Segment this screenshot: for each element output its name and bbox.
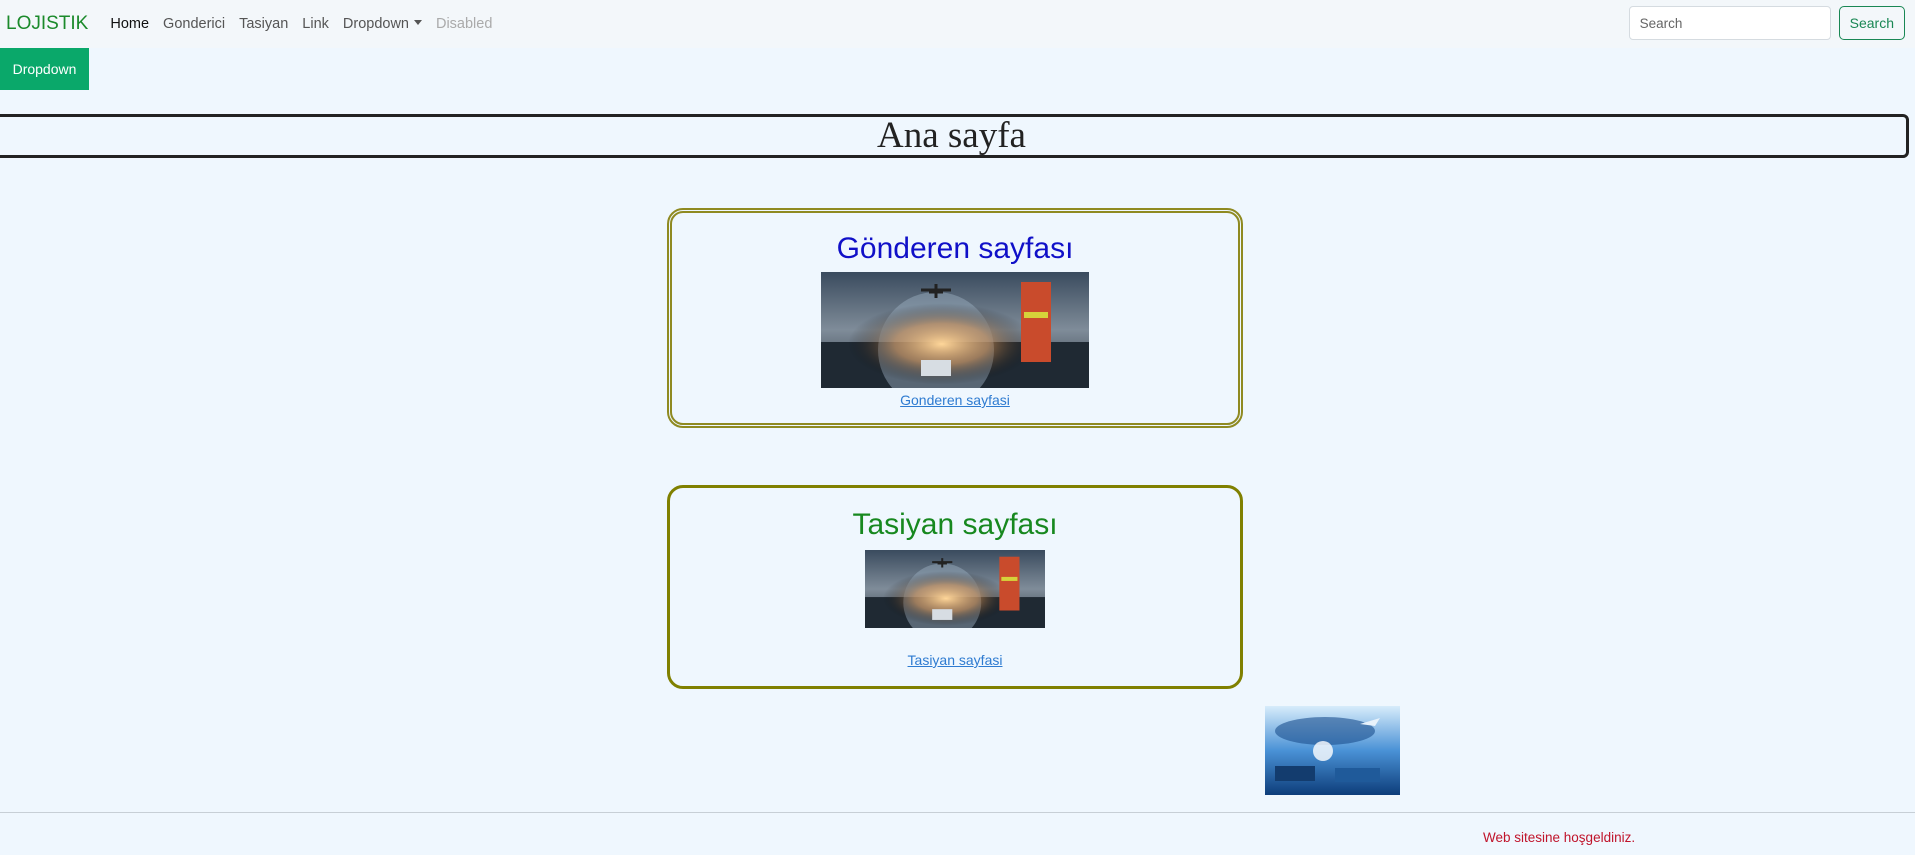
gonderen-card: Gönderen sayfası Gonderen sayfasi <box>667 208 1243 428</box>
nav-dropdown-toggle[interactable]: Dropdown <box>336 16 429 32</box>
search-form: Search <box>1628 6 1905 40</box>
brand-logo[interactable]: LOJISTIK <box>6 13 88 35</box>
nav-link-link[interactable]: Link <box>295 16 336 32</box>
tasiyan-card: Tasiyan sayfası Tasiyan sayfasi <box>667 485 1243 689</box>
nav-link-disabled: Disabled <box>435 16 493 32</box>
footer-welcome-text: Web sitesine hoşgeldiniz. <box>1483 830 1636 845</box>
navbar: LOJISTIK Home Gonderici Tasiyan Link Dro… <box>0 0 1915 48</box>
nav-dropdown-label: Dropdown <box>342 16 409 32</box>
search-button[interactable]: Search <box>1838 6 1905 40</box>
gonderen-card-title: Gönderen sayfası <box>836 232 1074 265</box>
tasiyan-card-title: Tasiyan sayfası <box>852 508 1058 541</box>
page-heading: Ana sayfa <box>0 114 1909 158</box>
nav-link-gonderici[interactable]: Gonderici <box>156 16 232 32</box>
tasiyan-page-link[interactable]: Tasiyan sayfasi <box>908 652 1003 668</box>
gonderen-page-link[interactable]: Gonderen sayfasi <box>900 392 1010 408</box>
footer-divider <box>0 812 1915 813</box>
search-input[interactable] <box>1628 6 1831 40</box>
dropdown-button[interactable]: Dropdown <box>0 48 89 90</box>
caret-down-icon <box>413 19 422 25</box>
nav-link-tasiyan[interactable]: Tasiyan <box>232 16 295 32</box>
logistics-banner-image <box>865 550 1045 628</box>
nav-link-home[interactable]: Home <box>103 16 156 32</box>
world-logistics-image <box>1265 706 1400 795</box>
logistics-banner-image <box>821 272 1089 388</box>
nav-links: Home Gonderici Tasiyan Link Dropdown Dis… <box>103 16 499 32</box>
